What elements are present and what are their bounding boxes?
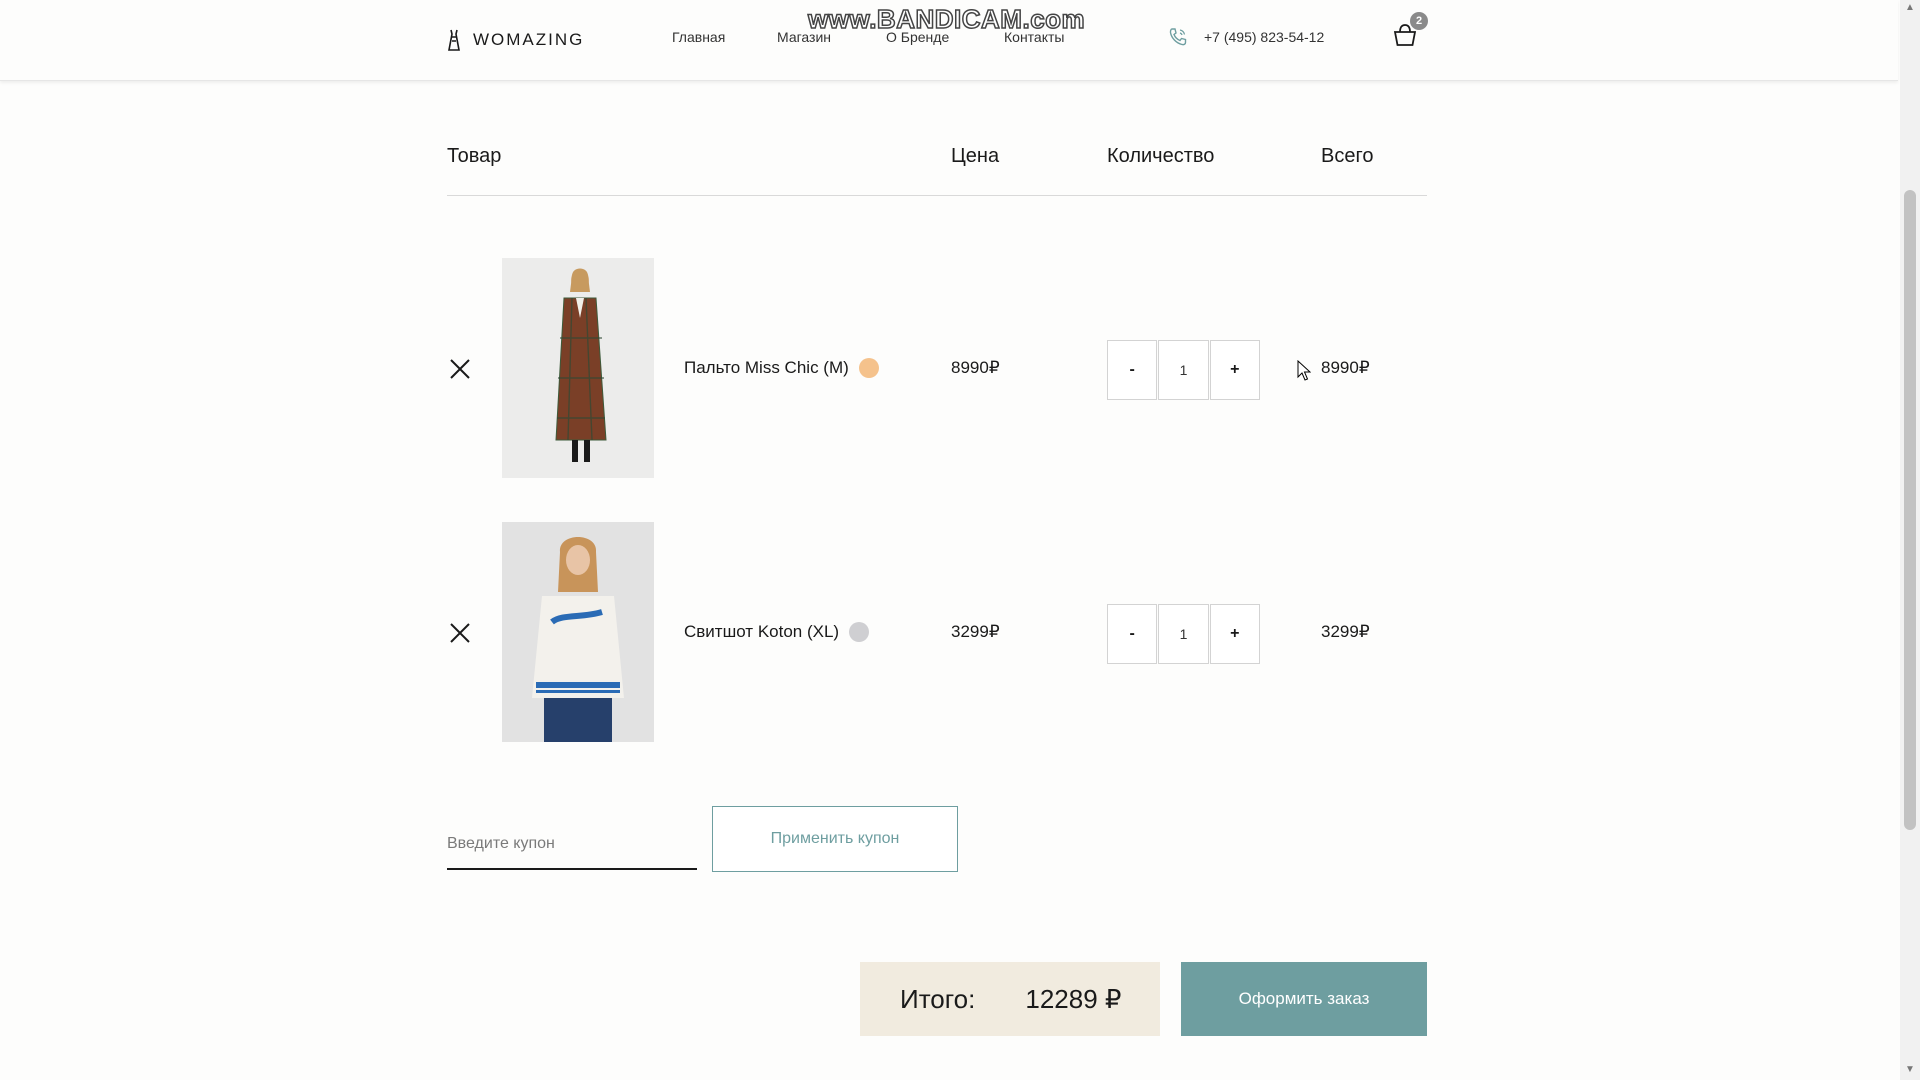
product-name[interactable]: Свитшот Koton (XL) bbox=[684, 622, 870, 642]
product-price: 3299₽ bbox=[951, 622, 1000, 641]
total-label: Итого: bbox=[900, 983, 976, 1014]
color-swatch bbox=[858, 358, 879, 378]
brand-name: WOMAZING bbox=[473, 30, 585, 49]
decrease-quantity-button[interactable]: - bbox=[1107, 340, 1158, 400]
phone-contact[interactable]: +7 (495) 823-54-12 bbox=[1168, 27, 1324, 47]
quantity-stepper: - 1 + bbox=[1107, 604, 1261, 664]
scrollbar-thumb[interactable] bbox=[1904, 190, 1916, 830]
checkout-button[interactable]: Оформить заказ bbox=[1181, 962, 1427, 1036]
color-swatch bbox=[849, 622, 870, 642]
row-total: 8990₽ bbox=[1321, 358, 1370, 377]
product-name-text: Пальто Miss Chic (M) bbox=[684, 358, 849, 377]
quantity-value[interactable]: 1 bbox=[1158, 604, 1209, 664]
sweatshirt-photo bbox=[502, 522, 654, 742]
product-price: 8990₽ bbox=[951, 358, 1000, 377]
header-product: Товар bbox=[447, 145, 502, 167]
cart-count-badge: 2 bbox=[1410, 12, 1428, 30]
product-image-coat[interactable] bbox=[502, 258, 654, 478]
header-price: Цена bbox=[951, 145, 1000, 167]
order-total: Итого: 12289 ₽ bbox=[860, 962, 1160, 1036]
coupon-input[interactable] bbox=[447, 820, 697, 870]
remove-item-button[interactable] bbox=[449, 622, 471, 644]
header-total: Всего bbox=[1321, 145, 1374, 167]
product-name-text: Свитшот Koton (XL) bbox=[684, 622, 840, 641]
row-total: 3299₽ bbox=[1321, 622, 1370, 641]
phone-number: +7 (495) 823-54-12 bbox=[1204, 29, 1325, 45]
product-image-sweatshirt[interactable] bbox=[502, 522, 654, 742]
quantity-value[interactable]: 1 bbox=[1158, 340, 1209, 400]
phone-icon bbox=[1169, 28, 1187, 46]
recording-watermark: www.BANDICAM.com bbox=[807, 3, 1086, 35]
mouse-cursor-icon bbox=[1297, 360, 1311, 381]
scroll-down-icon[interactable]: ▼ bbox=[1904, 1064, 1916, 1076]
total-amount: 12289 ₽ bbox=[1025, 983, 1122, 1014]
remove-item-button[interactable] bbox=[449, 358, 471, 380]
cart-row: Пальто Miss Chic (M) 8990₽ - 1 + 8990₽ bbox=[0, 258, 1920, 478]
table-divider bbox=[447, 195, 1427, 196]
increase-quantity-button[interactable]: + bbox=[1209, 604, 1260, 664]
header-quantity: Количество bbox=[1107, 145, 1215, 167]
cart-row: Свитшот Koton (XL) 3299₽ - 1 + 3299₽ bbox=[0, 522, 1920, 742]
decrease-quantity-button[interactable]: - bbox=[1107, 604, 1158, 664]
nav-item-home[interactable]: Главная bbox=[672, 29, 725, 45]
close-icon bbox=[450, 623, 470, 643]
scroll-up-icon[interactable]: ▲ bbox=[1904, 2, 1916, 14]
scrollbar[interactable]: ▲ ▼ bbox=[1900, 0, 1920, 1080]
quantity-stepper: - 1 + bbox=[1107, 340, 1261, 400]
increase-quantity-button[interactable]: + bbox=[1209, 340, 1260, 400]
cart-button[interactable]: 2 bbox=[1392, 12, 1428, 52]
brand-logo[interactable]: WOMAZING bbox=[445, 27, 584, 53]
product-name[interactable]: Пальто Miss Chic (M) bbox=[684, 358, 879, 378]
coat-photo bbox=[502, 258, 654, 478]
apply-coupon-button[interactable]: Применить купон bbox=[712, 806, 958, 872]
header: WOMAZING Главная Магазин О Бренде Контак… bbox=[0, 0, 1898, 81]
close-icon bbox=[450, 359, 470, 379]
dress-icon bbox=[448, 29, 460, 51]
